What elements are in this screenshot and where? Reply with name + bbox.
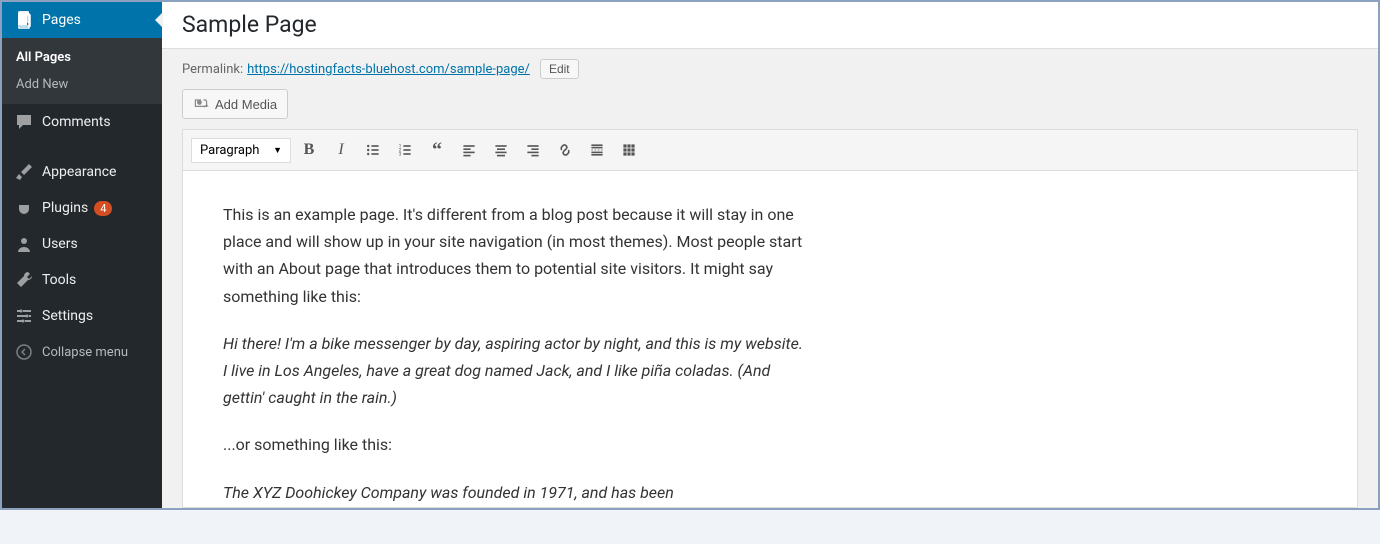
- admin-sidebar: Pages All Pages Add New Comments Appeara…: [2, 2, 162, 508]
- sidebar-item-comments[interactable]: Comments: [2, 104, 162, 140]
- link-icon: [557, 142, 573, 158]
- page-title: Sample Page: [162, 2, 1378, 49]
- align-right-button[interactable]: [519, 136, 547, 164]
- permalink-row: Permalink: https://hostingfacts-bluehost…: [162, 49, 1378, 89]
- toolbar-toggle-icon: [621, 142, 637, 158]
- plug-icon: [14, 198, 34, 218]
- sidebar-item-settings[interactable]: Settings: [2, 298, 162, 334]
- sidebar-item-tools[interactable]: Tools: [2, 262, 162, 298]
- toolbar-toggle-button[interactable]: [615, 136, 643, 164]
- collapse-icon: [14, 342, 34, 362]
- sliders-icon: [14, 306, 34, 326]
- sidebar-label: Plugins: [42, 200, 88, 216]
- sidebar-sub-all-pages[interactable]: All Pages: [2, 44, 162, 71]
- content-paragraph: This is an example page. It's different …: [223, 201, 803, 310]
- chevron-down-icon: ▼: [273, 145, 282, 156]
- sidebar-label: Users: [42, 236, 78, 252]
- brush-icon: [14, 162, 34, 182]
- main-content: Sample Page Permalink: https://hostingfa…: [162, 2, 1378, 508]
- pages-icon: [14, 10, 34, 30]
- bullet-list-button[interactable]: [359, 136, 387, 164]
- italic-button[interactable]: I: [327, 136, 355, 164]
- read-more-icon: [589, 142, 605, 158]
- permalink-label: Permalink:: [182, 62, 243, 77]
- sidebar-label: Tools: [42, 272, 76, 288]
- sidebar-label: Appearance: [42, 164, 116, 180]
- numbered-list-button[interactable]: 123: [391, 136, 419, 164]
- content-quote: The XYZ Doohickey Company was founded in…: [223, 479, 803, 506]
- sidebar-label: Collapse menu: [42, 345, 128, 360]
- edit-permalink-button[interactable]: Edit: [540, 59, 579, 79]
- format-selected: Paragraph: [200, 143, 259, 158]
- editor-toolbar: Paragraph ▼ B I 123 “: [182, 129, 1358, 171]
- content-paragraph: ...or something like this:: [223, 431, 803, 458]
- link-button[interactable]: [551, 136, 579, 164]
- format-select[interactable]: Paragraph ▼: [191, 138, 291, 163]
- content-quote: Hi there! I'm a bike messenger by day, a…: [223, 330, 803, 412]
- sidebar-item-plugins[interactable]: Plugins 4: [2, 190, 162, 226]
- read-more-button[interactable]: [583, 136, 611, 164]
- add-media-label: Add Media: [215, 97, 277, 112]
- sidebar-label: Comments: [42, 114, 111, 130]
- sidebar-item-appearance[interactable]: Appearance: [2, 154, 162, 190]
- add-media-button[interactable]: Add Media: [182, 89, 288, 119]
- sidebar-item-pages[interactable]: Pages: [2, 2, 162, 38]
- bullet-list-icon: [365, 142, 381, 158]
- permalink-url[interactable]: https://hostingfacts-bluehost.com/sample…: [247, 62, 530, 77]
- sidebar-submenu-pages: All Pages Add New: [2, 38, 162, 104]
- align-left-button[interactable]: [455, 136, 483, 164]
- svg-text:3: 3: [399, 152, 402, 158]
- media-icon: [193, 96, 209, 112]
- sidebar-label: Pages: [42, 12, 81, 28]
- blockquote-button[interactable]: “: [423, 136, 451, 164]
- editor-content[interactable]: This is an example page. It's different …: [182, 171, 1358, 508]
- sidebar-sub-add-new[interactable]: Add New: [2, 71, 162, 98]
- wrench-icon: [14, 270, 34, 290]
- plugins-badge: 4: [94, 201, 112, 216]
- numbered-list-icon: 123: [397, 142, 413, 158]
- bold-button[interactable]: B: [295, 136, 323, 164]
- align-center-button[interactable]: [487, 136, 515, 164]
- align-center-icon: [493, 142, 509, 158]
- align-right-icon: [525, 142, 541, 158]
- sidebar-label: Settings: [42, 308, 93, 324]
- media-row: Add Media: [162, 89, 1378, 129]
- user-icon: [14, 234, 34, 254]
- sidebar-item-users[interactable]: Users: [2, 226, 162, 262]
- comment-icon: [14, 112, 34, 132]
- align-left-icon: [461, 142, 477, 158]
- sidebar-item-collapse[interactable]: Collapse menu: [2, 334, 162, 370]
